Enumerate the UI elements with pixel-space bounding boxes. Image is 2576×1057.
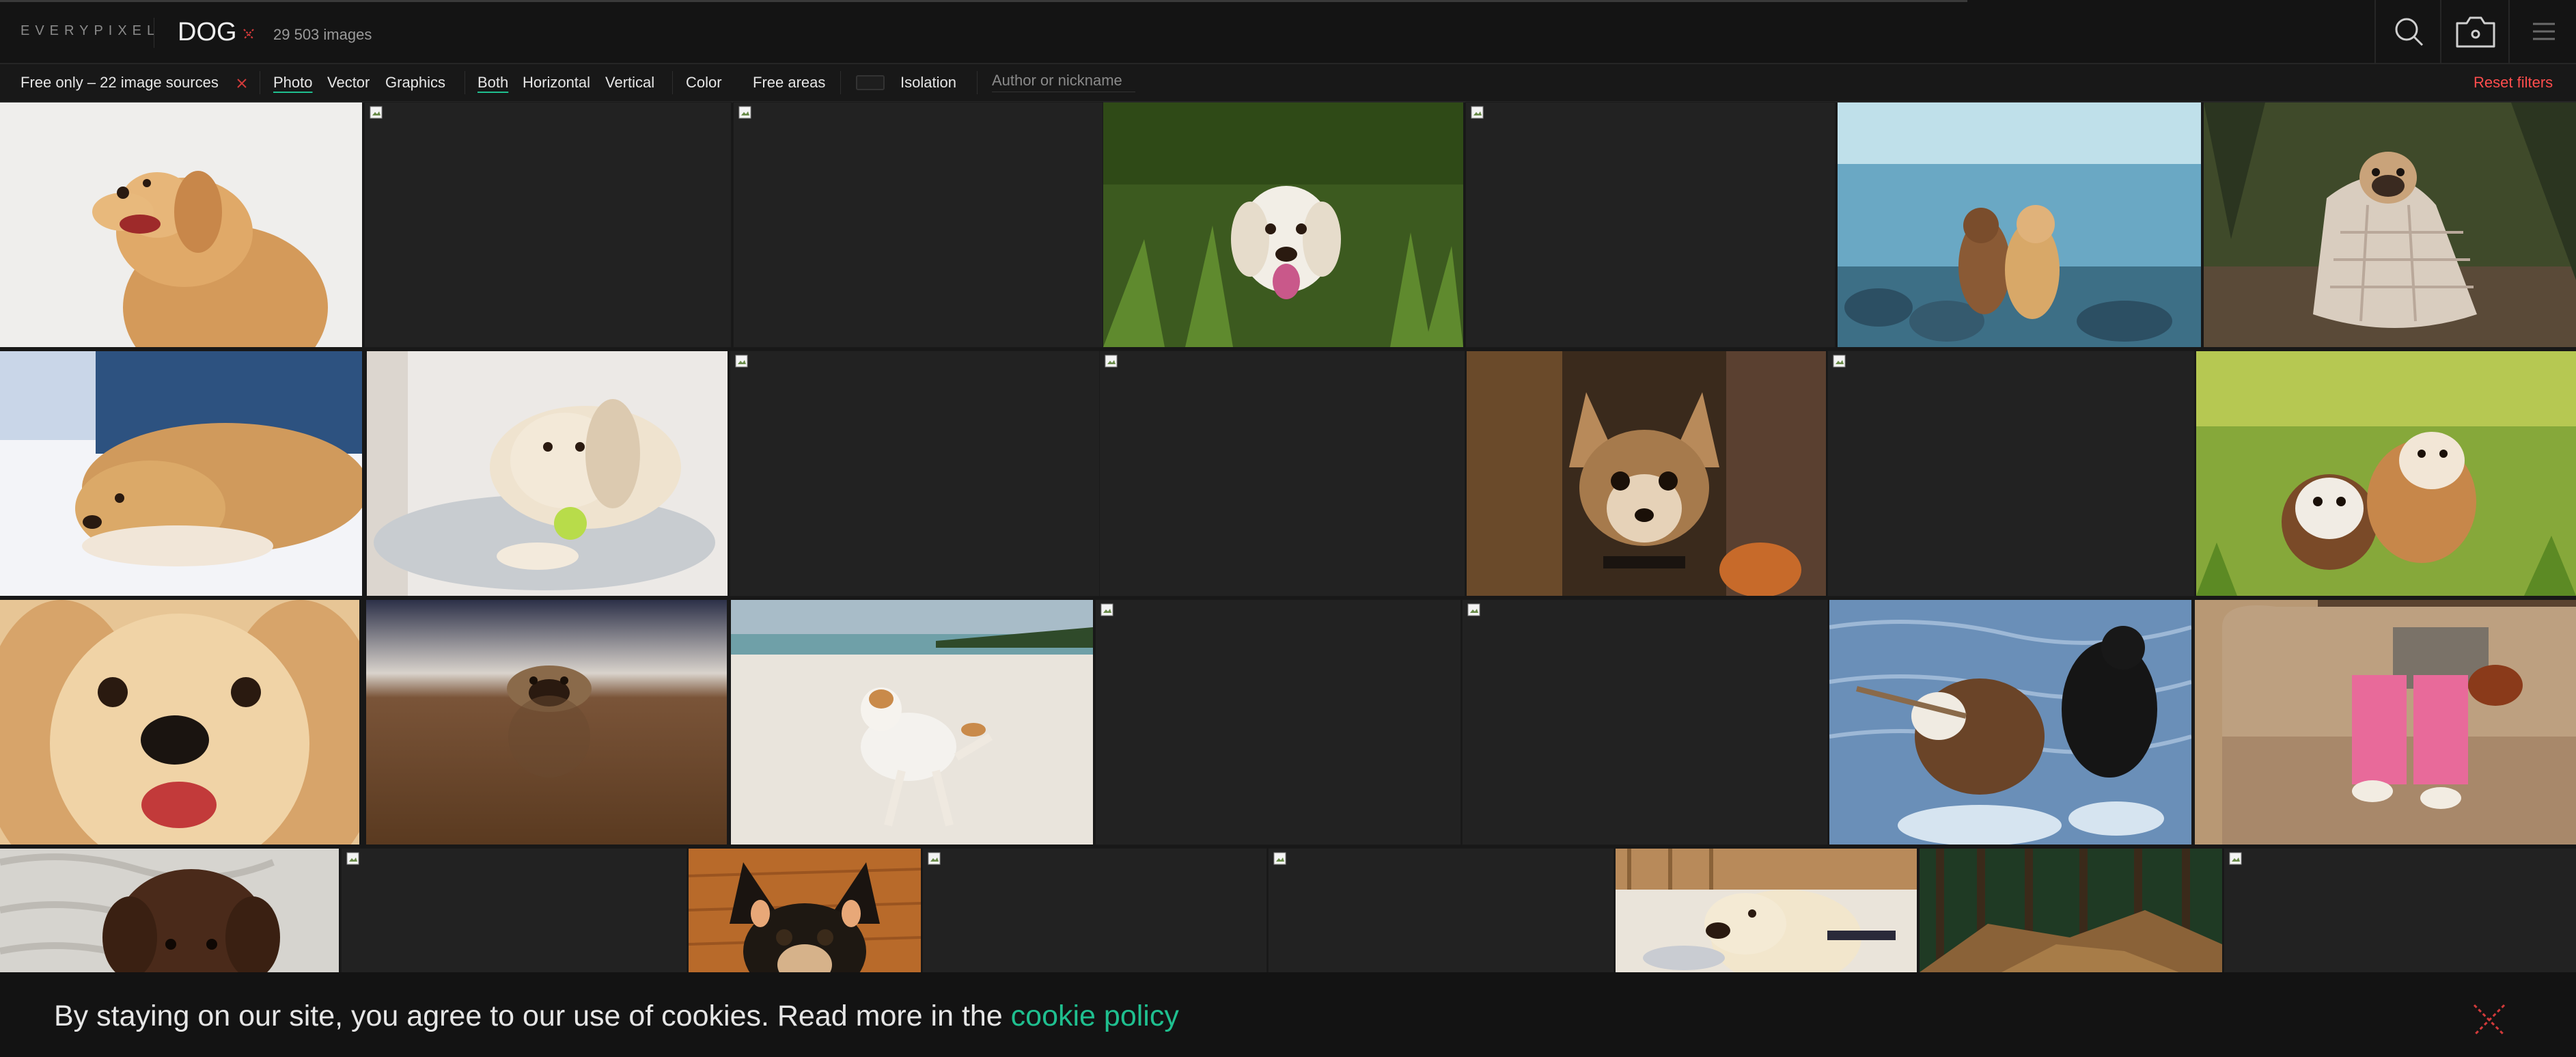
filter-horizontal[interactable]: Horizontal — [523, 74, 590, 92]
chocolate-lab-puppy — [0, 849, 339, 972]
image-tile[interactable] — [1103, 102, 1463, 347]
puppies-in-grass — [2196, 351, 2576, 596]
filter-divider — [840, 71, 841, 94]
camera-icon — [2456, 16, 2495, 48]
image-tile[interactable] — [689, 849, 921, 972]
broken-image-icon — [928, 852, 941, 865]
image-tile[interactable] — [1467, 351, 1826, 596]
cookie-banner: By staying on our site, you agree to our… — [0, 972, 2576, 1057]
image-tile-broken[interactable] — [1462, 599, 1828, 845]
filter-isolation[interactable]: Isolation — [900, 74, 956, 92]
filter-graphics[interactable]: Graphics — [385, 74, 445, 92]
image-tile[interactable] — [1829, 600, 2191, 845]
hamburger-menu-icon — [2532, 23, 2555, 40]
retriever-lying-on-floor — [0, 351, 362, 596]
filter-free-areas[interactable]: Free areas — [753, 74, 825, 92]
top-header: EVERYPIXEL DOG 29 503 images — [0, 0, 2576, 64]
broken-image-icon — [738, 106, 751, 119]
broken-image-icon — [1833, 355, 1846, 368]
author-input[interactable] — [992, 70, 1135, 92]
image-tile[interactable] — [1616, 849, 1917, 972]
filter-divider — [977, 71, 978, 94]
chihuahua-portrait — [1467, 351, 1826, 596]
golden-retriever-white-bg — [0, 102, 362, 347]
image-tile-broken[interactable] — [1095, 599, 1461, 845]
remove-free-filter-icon[interactable] — [236, 78, 247, 89]
chihuahua-on-wood — [689, 849, 921, 972]
broken-image-icon — [1100, 603, 1113, 616]
filter-vector[interactable]: Vector — [327, 74, 370, 92]
image-tile-broken[interactable] — [2224, 848, 2576, 973]
broken-image-icon — [1105, 355, 1118, 368]
reset-filters-link[interactable]: Reset filters — [2474, 74, 2553, 92]
dogs-running-in-water — [1829, 600, 2191, 845]
retriever-with-tennis-ball — [367, 351, 728, 596]
image-tile[interactable] — [0, 351, 362, 596]
image-tile-broken[interactable] — [730, 351, 1100, 596]
broken-image-icon — [370, 106, 383, 119]
image-tile[interactable] — [2196, 351, 2576, 596]
filter-bar: Free only – 22 image sources Photo Vecto… — [0, 64, 2576, 102]
image-tile[interactable] — [0, 849, 339, 972]
broken-image-icon — [735, 355, 748, 368]
image-tile-broken[interactable] — [1827, 351, 2195, 596]
clear-query-icon[interactable] — [240, 26, 257, 42]
filter-photo[interactable]: Photo — [273, 74, 313, 92]
image-tile[interactable] — [0, 600, 359, 845]
image-tile[interactable] — [0, 102, 362, 347]
broken-image-icon — [346, 852, 359, 865]
broken-image-icon — [1467, 603, 1480, 616]
cookie-text: By staying on our site, you agree to our… — [54, 1000, 1011, 1032]
everypixel-logo[interactable]: EVERYPIXEL — [20, 23, 160, 39]
forest-scene — [1920, 849, 2222, 972]
puppy-on-sofa — [2195, 600, 2576, 845]
broken-image-icon — [1471, 106, 1484, 119]
image-tile[interactable] — [1838, 102, 2201, 347]
image-tile[interactable] — [367, 351, 728, 596]
retriever-closeup — [0, 600, 359, 845]
image-tile[interactable] — [731, 600, 1093, 845]
image-tile-broken[interactable] — [1268, 848, 1614, 973]
close-icon[interactable] — [2469, 1000, 2510, 1041]
free-only-filter[interactable]: Free only – 22 image sources — [20, 74, 219, 92]
image-tile-broken[interactable] — [1099, 351, 1465, 596]
isolation-toggle[interactable] — [856, 75, 885, 90]
camera-search-button[interactable] — [2440, 0, 2510, 63]
image-tile[interactable] — [2204, 102, 2576, 347]
loading-bar — [0, 0, 1967, 2]
golden-retriever-in-grass — [1103, 102, 1463, 347]
cookie-policy-link[interactable]: cookie policy — [1011, 1000, 1179, 1032]
broken-image-icon — [2229, 852, 2242, 865]
menu-button[interactable] — [2508, 0, 2576, 63]
pug-in-blanket — [2204, 102, 2576, 347]
jack-russell-on-beach — [731, 600, 1093, 845]
image-tile[interactable] — [1920, 849, 2222, 972]
filter-vertical[interactable]: Vertical — [605, 74, 654, 92]
filter-divider — [672, 71, 673, 94]
search-icon — [2395, 18, 2424, 46]
two-dogs-on-rocky-shore — [1838, 102, 2201, 347]
labrador-in-kitchen — [1616, 849, 1917, 972]
cookie-message: By staying on our site, you agree to our… — [54, 1000, 1179, 1033]
image-tile[interactable] — [366, 600, 727, 845]
broken-image-icon — [1273, 852, 1286, 865]
image-tile-broken[interactable] — [922, 848, 1267, 973]
search-button[interactable] — [2374, 0, 2441, 63]
filter-both[interactable]: Both — [477, 74, 508, 92]
image-tile-broken[interactable] — [364, 102, 732, 348]
pug-on-floor — [366, 600, 727, 845]
image-tile[interactable] — [2195, 600, 2576, 845]
filter-color[interactable]: Color — [686, 74, 722, 92]
image-tile-broken[interactable] — [1465, 102, 1836, 348]
image-tile-broken[interactable] — [341, 848, 687, 973]
image-tile-broken[interactable] — [733, 102, 1103, 348]
results-count: 29 503 images — [273, 26, 372, 43]
search-query[interactable]: DOG — [178, 18, 237, 47]
